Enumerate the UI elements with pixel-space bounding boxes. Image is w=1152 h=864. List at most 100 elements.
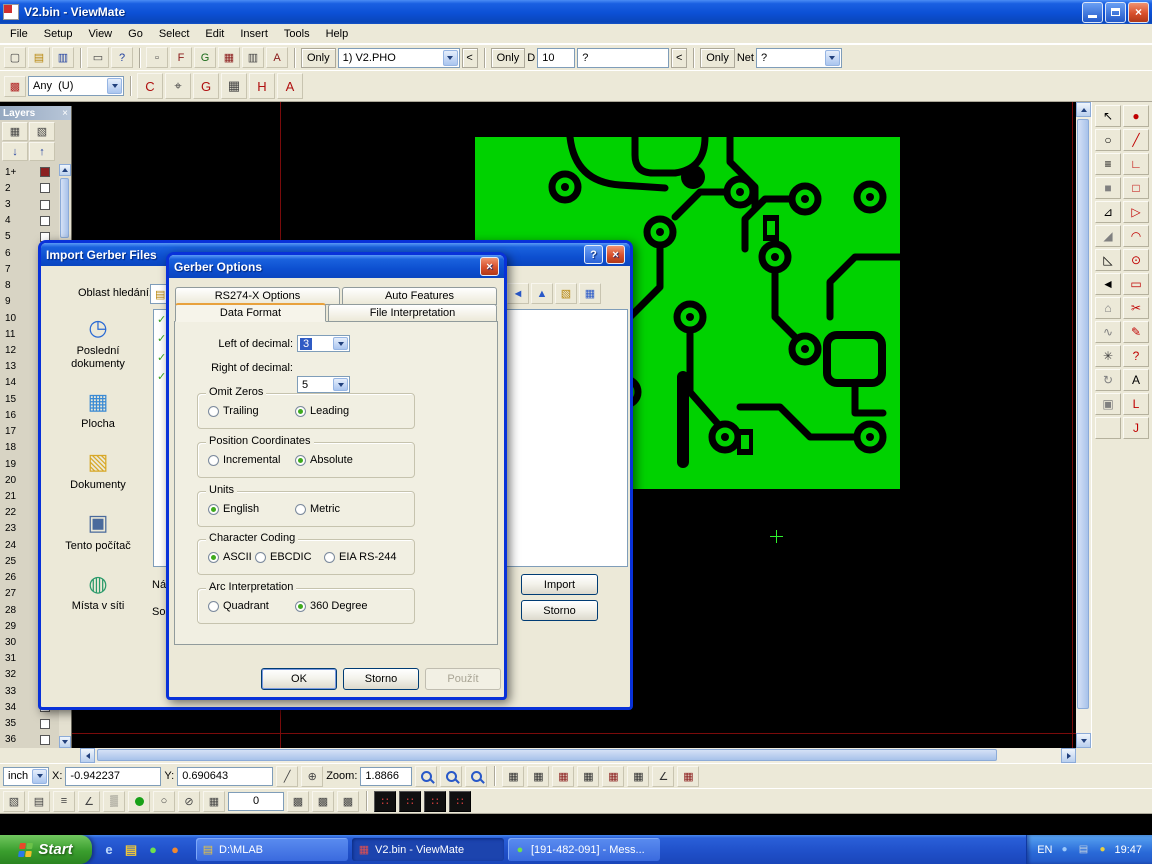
restore-button[interactable] (1105, 2, 1126, 23)
up-folder-icon[interactable]: ▲ (531, 283, 553, 304)
radio-english[interactable]: English (208, 503, 259, 515)
move-layer-down-icon[interactable]: ↓ (2, 142, 28, 161)
open-file-icon[interactable]: ▤ (28, 47, 50, 68)
pan-tool-icon[interactable]: ◄ (1095, 273, 1121, 295)
overlay-pattern-4-icon[interactable]: ∷ (449, 791, 471, 812)
ok-button[interactable]: OK (261, 668, 337, 690)
menu-item[interactable]: Select (151, 26, 198, 42)
layer-row[interactable]: 35 (0, 715, 59, 731)
grid-red-1-icon[interactable]: ▦ (552, 766, 574, 787)
overlay-pattern-1-icon[interactable]: ∷ (374, 791, 396, 812)
radio-eia-rs244[interactable]: EIA RS-244 (324, 551, 396, 563)
spacer-tool-icon[interactable] (1095, 417, 1121, 439)
layer-visibility-checkbox[interactable] (40, 183, 50, 193)
snap-tool-icon[interactable]: ⌂ (1095, 297, 1121, 319)
g-tool-icon[interactable]: G (193, 73, 219, 99)
select-area-icon[interactable]: ▫ (146, 47, 168, 68)
hatch-grid-icon[interactable]: ▥ (242, 47, 264, 68)
usb-device-icon[interactable]: ▤ (1076, 843, 1090, 857)
cancel-button[interactable]: Storno (343, 668, 419, 690)
slope-tool-icon[interactable]: ◢ (1095, 225, 1121, 247)
only-layer-toggle[interactable]: Only (301, 48, 336, 68)
place-item[interactable]: ▣ Tento počítač (50, 508, 146, 553)
layer-row[interactable]: 3 (0, 196, 59, 212)
layer-row[interactable]: 36 (0, 732, 59, 748)
radio-360-degree[interactable]: 360 Degree (295, 600, 368, 612)
overlay-pattern-3-icon[interactable]: ∷ (424, 791, 446, 812)
select-cursor-icon[interactable]: ↖ (1095, 105, 1121, 127)
scroll-down-icon[interactable] (1076, 733, 1091, 748)
j-shape-tool-icon[interactable]: J (1123, 417, 1149, 439)
layer-visibility-checkbox[interactable] (40, 167, 50, 177)
pencil-tool-icon[interactable]: ✎ (1123, 321, 1149, 343)
arc-tool-icon[interactable]: ◠ (1123, 225, 1149, 247)
edit-grid-icon[interactable]: ▧ (3, 791, 25, 812)
layer-row[interactable]: 2 (0, 180, 59, 196)
radio-leading[interactable]: Leading (295, 405, 349, 417)
gerber-dialog-titlebar[interactable]: Gerber Options × (169, 255, 504, 278)
menu-item[interactable]: Go (120, 26, 151, 42)
layer-grid-icon[interactable]: ▦ (2, 122, 28, 141)
clock[interactable]: 19:47 (1114, 844, 1142, 856)
radio-ascii[interactable]: ASCII (208, 551, 252, 563)
rotate-tool-icon[interactable]: ↻ (1095, 369, 1121, 391)
a-tool-icon[interactable]: A (277, 73, 303, 99)
cell-select-icon[interactable]: ▩ (4, 76, 26, 97)
radio-absolute[interactable]: Absolute (295, 454, 353, 466)
ie-icon[interactable]: e (100, 841, 118, 859)
taskbar-button-dmlab[interactable]: ▤ D:\MLAB (196, 838, 348, 861)
grid-tool-icon[interactable]: ▦ (221, 73, 247, 99)
origin-icon[interactable]: ⊕ (301, 766, 323, 787)
grid-red-2-icon[interactable]: ▦ (602, 766, 624, 787)
save-file-icon[interactable]: ▥ (52, 47, 74, 68)
taskbar-button-message[interactable]: ● [191-482-091] - Mess... (508, 838, 660, 861)
cut-tool-icon[interactable]: ✂ (1123, 297, 1149, 319)
probe-slash-icon[interactable]: ⊘ (178, 791, 200, 812)
left-of-decimal-combo[interactable]: 3 (297, 335, 350, 352)
tab-auto-features[interactable]: Auto Features (342, 287, 497, 305)
zoom-window-icon[interactable] (465, 766, 487, 787)
only-net-toggle[interactable]: Only (700, 48, 735, 68)
dcode-input[interactable]: 10 (537, 48, 575, 68)
grid-view-2-icon[interactable]: ▦ (527, 766, 549, 787)
film-icon[interactable]: ▤ (28, 791, 50, 812)
help-button[interactable]: ? (584, 245, 603, 264)
probe-circle-icon[interactable]: ○ (153, 791, 175, 812)
close-dialog-button[interactable]: × (606, 245, 625, 264)
layer-row[interactable]: 1+ (0, 164, 59, 180)
close-panel-icon[interactable]: × (62, 108, 68, 119)
new-file-icon[interactable]: ▢ (4, 47, 26, 68)
grid-view-4-icon[interactable]: ▦ (627, 766, 649, 787)
close-button[interactable]: × (1128, 2, 1149, 23)
folders-icon[interactable]: ▤ (122, 841, 140, 859)
units-combo[interactable]: inch (3, 767, 49, 786)
layer-row[interactable]: 4 (0, 213, 59, 229)
line-tool-icon[interactable]: ╱ (1123, 129, 1149, 151)
text-select-icon[interactable]: A (266, 47, 288, 68)
back-icon[interactable]: ◄ (507, 283, 529, 304)
measure-diagonal-icon[interactable]: ╱ (276, 766, 298, 787)
polyline-tool-icon[interactable]: ∟ (1123, 153, 1149, 175)
radio-incremental[interactable]: Incremental (208, 454, 280, 466)
menu-item[interactable]: Setup (36, 26, 81, 42)
rectangle-tool-icon[interactable]: □ (1123, 177, 1149, 199)
new-folder-icon[interactable]: ▧ (555, 283, 577, 304)
messenger-icon[interactable]: ● (144, 841, 162, 859)
scrollbar-thumb[interactable] (1077, 119, 1089, 709)
start-button[interactable]: Start (0, 835, 92, 864)
language-indicator[interactable]: EN (1037, 844, 1052, 856)
circle-tool-icon[interactable]: ⊙ (1123, 249, 1149, 271)
grid-view-3-icon[interactable]: ▦ (577, 766, 599, 787)
zoom-out-icon[interactable] (440, 766, 462, 787)
radio-trailing[interactable]: Trailing (208, 405, 259, 417)
zoom-in-icon[interactable] (415, 766, 437, 787)
place-item[interactable]: ◍ Místa v síti (50, 568, 146, 613)
language-bar-icon[interactable]: ● (1057, 843, 1071, 857)
aperture-combo[interactable]: Any (U) (28, 76, 124, 96)
menu-item[interactable]: View (80, 26, 120, 42)
radio-metric[interactable]: Metric (295, 503, 340, 515)
radio-ebcdic[interactable]: EBCDIC (255, 551, 312, 563)
net-combo[interactable]: ? (756, 48, 842, 68)
tab-file-interpretation[interactable]: File Interpretation (328, 304, 497, 322)
only-dcode-toggle[interactable]: Only (491, 48, 526, 68)
